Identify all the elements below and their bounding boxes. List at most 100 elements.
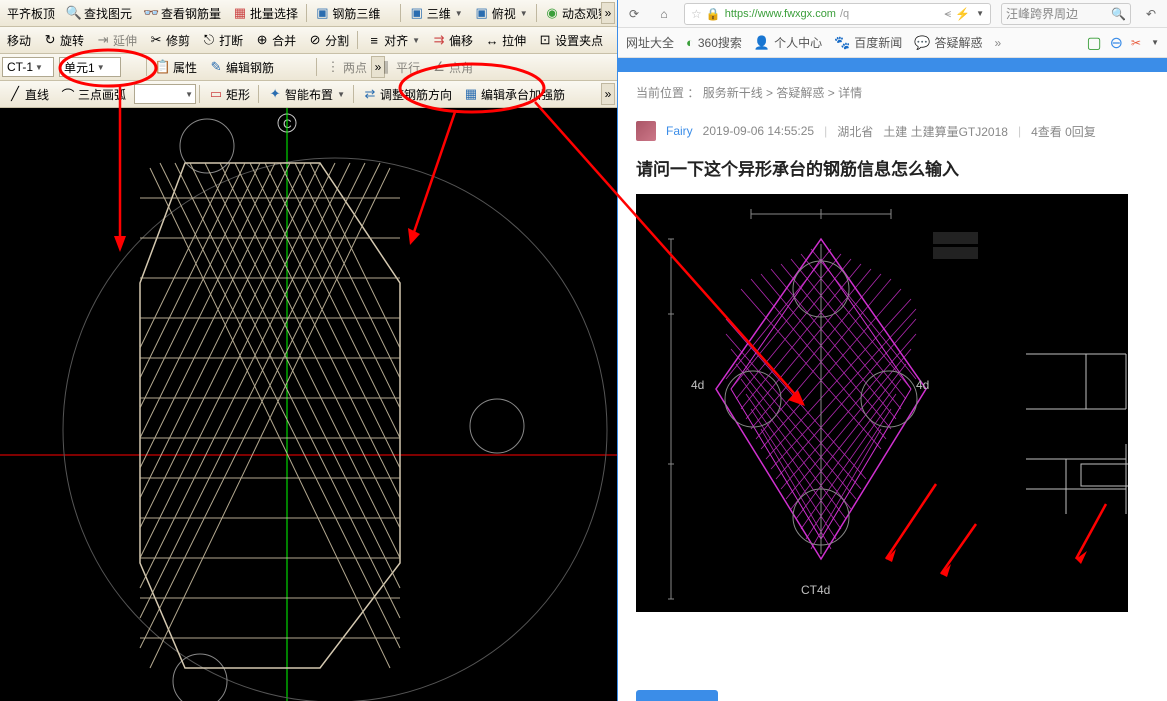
align-dropdown[interactable]: ≡对齐▼ [361, 29, 425, 51]
stretch-button[interactable]: ↔拉伸 [479, 29, 531, 51]
person-icon: 👤 [754, 35, 770, 51]
rotate-button[interactable]: ↻旋转 [37, 29, 89, 51]
arc-dropdown[interactable]: ▼ [134, 84, 196, 104]
stretch-icon: ↔ [484, 32, 500, 48]
browser-search[interactable]: 汪峰跨界周边 🔍 [1001, 3, 1131, 25]
arc-icon: ⌒ [60, 86, 76, 102]
undo-button[interactable]: ↶ [1141, 4, 1161, 24]
trim-button[interactable]: ✂修剪 [143, 29, 195, 51]
ct-dropdown[interactable]: CT-1▼ [2, 57, 54, 77]
align-top-button[interactable]: 平齐板顶 [2, 2, 60, 24]
svg-text:4d: 4d [916, 378, 929, 392]
extend-button[interactable]: ⇥延伸 [90, 29, 142, 51]
grip-button[interactable]: ⊡设置夹点 [532, 29, 608, 51]
search-icon: 🔍 [1111, 7, 1126, 21]
select-icon: ▦ [232, 5, 248, 21]
refresh-icon: ⟳ [629, 7, 639, 21]
line-icon: ╱ [7, 86, 23, 102]
view-dropdown[interactable]: ▣俯视▼ [469, 2, 533, 24]
parallel-button[interactable]: ∥平行 [373, 56, 425, 78]
offset-icon: ⇉ [431, 32, 447, 48]
svg-text:4d: 4d [691, 378, 704, 392]
angle-icon: ∠ [431, 59, 447, 75]
username-link[interactable]: Fairy [666, 124, 693, 138]
url-dropdown-icon[interactable]: ▼ [976, 9, 984, 18]
split-icon: ⊘ [307, 32, 323, 48]
toolbar-row-1: 平齐板顶 🔍查找图元 👓查看钢筋量 ▦批量选择 ▣钢筋三维 » ▣三维▼ ▣俯视… [0, 0, 617, 27]
url-bar[interactable]: ☆ 🔒 https://www.fwxgx.com/q ⪪ ⚡ ▼ [684, 3, 991, 25]
share-icon[interactable]: ⪪ [944, 6, 951, 21]
post-title: 请问一下这个异形承台的钢筋信息怎么输入 [636, 155, 1167, 180]
bookmark-star-icon[interactable]: ☆ [691, 7, 702, 21]
properties-button[interactable]: 📋属性 [150, 56, 202, 78]
post-category: 土建 土建算量GTJ2018 [883, 123, 1008, 140]
find-element-button[interactable]: 🔍查找图元 [61, 2, 137, 24]
view-rebar-qty-button[interactable]: 👓查看钢筋量 [138, 2, 226, 24]
breadcrumb-link[interactable]: 服务新干线 [703, 86, 763, 100]
home-icon: ⌂ [660, 7, 667, 21]
ext-icon[interactable]: ▢ [1086, 33, 1101, 53]
edit-cap-rebar-button[interactable]: ▦编辑承台加强筋 [458, 83, 570, 105]
view-icon: ▣ [474, 5, 490, 21]
3d-dropdown[interactable]: ▣三维▼ [404, 2, 468, 24]
bookmark-more[interactable]: » [995, 36, 1002, 50]
breadcrumb-link[interactable]: 答疑解惑 [776, 86, 824, 100]
bookmark-item[interactable]: 网址大全 [626, 34, 674, 51]
rotate-icon: ↻ [42, 32, 58, 48]
edit-rebar-button[interactable]: ✎编辑钢筋 [203, 56, 279, 78]
baidu-icon: 🐾 [834, 35, 850, 51]
bookmark-item[interactable]: 👤个人中心 [754, 34, 822, 51]
cad-drawing: C [0, 108, 617, 701]
smart-layout-dropdown[interactable]: ✦智能布置▼ [262, 83, 350, 105]
search-placeholder: 汪峰跨界周边 [1006, 5, 1078, 22]
bookmark-item[interactable]: 🐾百度新闻 [834, 34, 902, 51]
twopoint-icon: ⋮ [325, 59, 341, 75]
batch-select-button[interactable]: ▦批量选择 [227, 2, 303, 24]
rect-icon: ▭ [208, 86, 224, 102]
avatar[interactable] [636, 121, 656, 141]
qa-icon: 💬 [914, 35, 930, 51]
ext-icon[interactable]: ⊖ [1110, 33, 1123, 53]
action-button[interactable] [636, 690, 718, 701]
props-icon: 📋 [155, 59, 171, 75]
rebar-3d-button[interactable]: ▣钢筋三维 [309, 2, 385, 24]
expand-button[interactable]: » [601, 2, 615, 24]
rect-button[interactable]: ▭矩形 [203, 83, 255, 105]
point-angle-button[interactable]: ∠点角 [426, 56, 478, 78]
edit-icon: ✎ [208, 59, 224, 75]
home-button[interactable]: ⌂ [654, 4, 674, 24]
bookmarks-bar: 网址大全 ◐360搜索 👤个人中心 🐾百度新闻 💬答疑解惑 » ▢ ⊖ ✂▼ [618, 28, 1167, 58]
search-icon: 🔍 [66, 5, 82, 21]
two-point-button[interactable]: ⋮两点 [320, 56, 372, 78]
break-button[interactable]: ⎋打断 [196, 29, 248, 51]
post-meta: Fairy 2019-09-06 14:55:25 | 湖北省 土建 土建算量G… [636, 121, 1167, 141]
toolbar-row-4: ╱直线 ⌒三点画弧 ▼ ▭矩形 ✦智能布置▼ ⇄调整钢筋方向 ▦编辑承台加强筋 … [0, 81, 617, 108]
unit-dropdown[interactable]: 单元1▼ [59, 57, 121, 77]
expand-button[interactable]: » [601, 83, 615, 105]
bookmark-item[interactable]: 💬答疑解惑 [914, 34, 982, 51]
post-drawing-image[interactable]: 4d 4d CT4d [636, 194, 1128, 612]
toolbar-row-2: 移动 ↻旋转 ⇥延伸 ✂修剪 ⎋打断 ⊕合并 ⊘分割 ≡对齐▼ ⇉偏移 ↔拉伸 … [0, 27, 617, 54]
360-icon: ◐ [686, 35, 694, 50]
post-location: 湖北省 [837, 123, 873, 140]
toolbar-row-3: CT-1▼ 单元1▼ 📋属性 ✎编辑钢筋 » ⋮两点 ∥平行 ∠点角 [0, 54, 617, 81]
merge-button[interactable]: ⊕合并 [249, 29, 301, 51]
cube-icon: ▣ [409, 5, 425, 21]
smart-icon: ✦ [267, 86, 283, 102]
bolt-icon[interactable]: ⚡ [955, 7, 970, 21]
lock-icon: 🔒 [706, 7, 721, 21]
line-button[interactable]: ╱直线 [2, 83, 54, 105]
adjust-rebar-button[interactable]: ⇄调整钢筋方向 [357, 83, 457, 105]
move-button[interactable]: 移动 [2, 29, 36, 51]
cad-application: 平齐板顶 🔍查找图元 👓查看钢筋量 ▦批量选择 ▣钢筋三维 » ▣三维▼ ▣俯视… [0, 0, 617, 701]
split-button[interactable]: ⊘分割 [302, 29, 354, 51]
cad-viewport[interactable]: C [0, 108, 617, 701]
grip-icon: ⊡ [537, 32, 553, 48]
site-header-strip [618, 58, 1167, 72]
parallel-icon: ∥ [378, 59, 394, 75]
offset-button[interactable]: ⇉偏移 [426, 29, 478, 51]
refresh-button[interactable]: ⟳ [624, 4, 644, 24]
bookmark-item[interactable]: ◐360搜索 [686, 34, 742, 51]
scissors-icon[interactable]: ✂ [1131, 36, 1141, 50]
arc-button[interactable]: ⌒三点画弧 [55, 83, 131, 105]
